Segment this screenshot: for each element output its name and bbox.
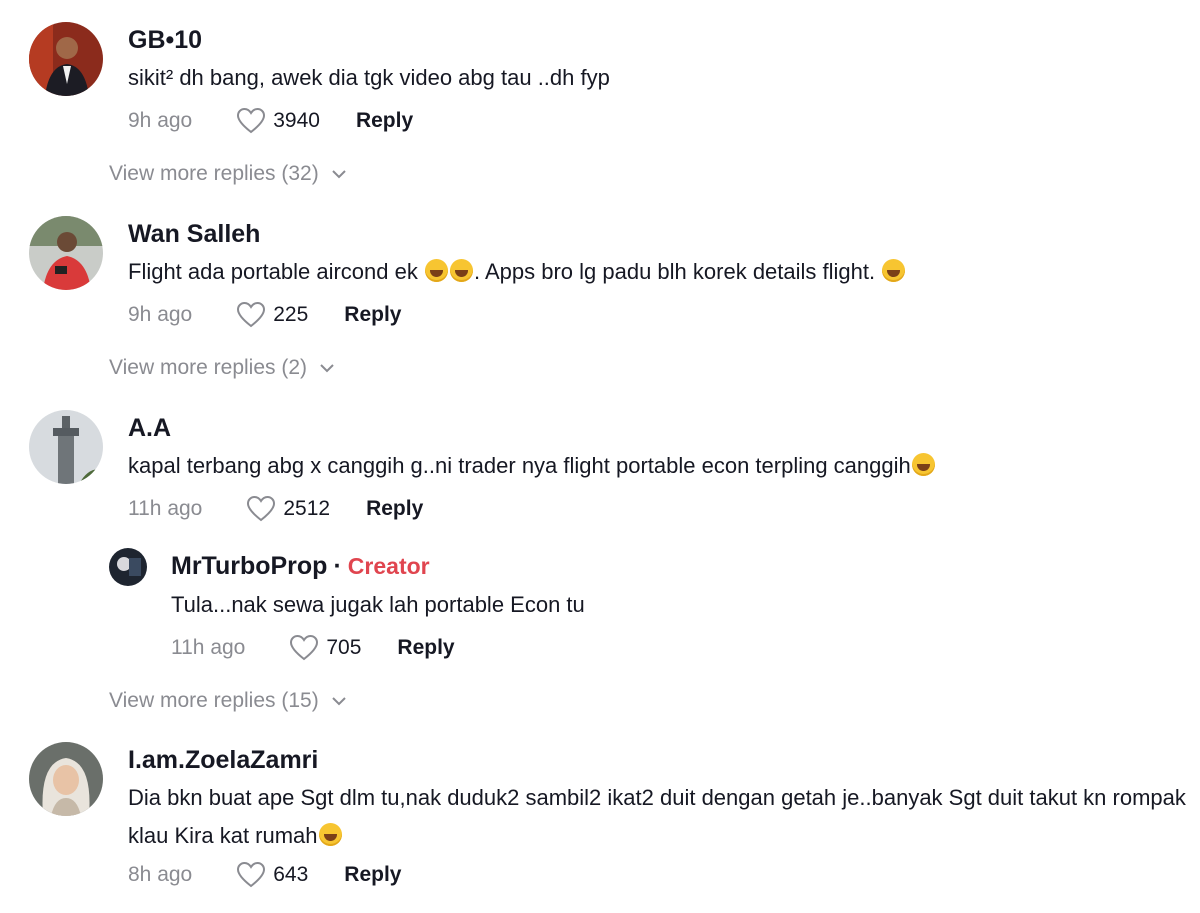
reply-button[interactable]: Reply xyxy=(356,109,413,133)
comment-meta: 8h ago 643 Reply xyxy=(128,861,401,888)
reply-time: 11h ago xyxy=(171,635,246,659)
grin-sweat-emoji-icon xyxy=(911,453,935,476)
view-more-label: View more replies (2) xyxy=(109,356,308,379)
like-button[interactable]: 705 xyxy=(289,634,361,661)
comment-time: 11h ago xyxy=(128,496,203,520)
view-more-label: View more replies (15) xyxy=(109,689,319,712)
avatar[interactable] xyxy=(109,548,147,586)
heart-outline-icon xyxy=(237,107,266,134)
grin-sweat-emoji-icon xyxy=(424,259,448,282)
comment-text-part: . Apps bro lg padu blh korek details fli… xyxy=(473,259,882,284)
comment-text: Flight ada portable aircond ek . Apps br… xyxy=(128,253,1188,291)
chevron-down-icon xyxy=(331,697,346,706)
creator-badge: Creator xyxy=(347,553,430,579)
heart-outline-icon xyxy=(237,301,266,328)
heart-outline-icon xyxy=(290,634,319,661)
grin-sweat-emoji-icon xyxy=(449,259,473,282)
reply-username[interactable]: MrTurboProp · Creator xyxy=(171,552,430,581)
comment-text-part: kapal terbang abg x canggih g..ni trader… xyxy=(128,453,911,478)
view-more-replies[interactable]: View more replies (15) xyxy=(109,689,347,713)
heart-outline-icon xyxy=(247,495,276,522)
comment-meta: 9h ago 225 Reply xyxy=(128,301,401,328)
like-count: 2512 xyxy=(283,496,331,520)
avatar[interactable] xyxy=(29,742,103,816)
like-button[interactable]: 3940 xyxy=(236,107,320,134)
comment-username[interactable]: Wan Salleh xyxy=(128,220,260,249)
reply-button[interactable]: Reply xyxy=(397,636,454,660)
view-more-replies[interactable]: View more replies (32) xyxy=(109,162,347,186)
comment-time: 8h ago xyxy=(128,862,193,886)
like-count: 643 xyxy=(273,862,309,886)
comment-time: 9h ago xyxy=(128,302,193,326)
comment-text-part: Dia bkn buat ape Sgt dlm tu,nak duduk2 s… xyxy=(128,785,1186,848)
chevron-down-icon xyxy=(320,364,334,373)
comment-text: Dia bkn buat ape Sgt dlm tu,nak duduk2 s… xyxy=(128,779,1188,855)
comment-meta: 9h ago 3940 Reply xyxy=(128,107,413,134)
avatar[interactable] xyxy=(29,410,103,484)
separator-dot: · xyxy=(333,552,342,580)
like-button[interactable]: 643 xyxy=(236,861,308,888)
heart-outline-icon xyxy=(237,861,266,888)
reply-username-label: MrTurboProp xyxy=(171,552,328,580)
comment-text: sikit² dh bang, awek dia tgk video abg t… xyxy=(128,65,610,90)
like-button[interactable]: 225 xyxy=(236,301,308,328)
like-count: 705 xyxy=(326,635,362,659)
avatar[interactable] xyxy=(29,22,103,96)
chevron-down-icon xyxy=(331,170,346,179)
comment-text: kapal terbang abg x canggih g..ni trader… xyxy=(128,447,1188,485)
avatar[interactable] xyxy=(29,216,103,290)
comment-time: 9h ago xyxy=(128,108,193,132)
comment-username[interactable]: A.A xyxy=(128,414,171,443)
like-count: 3940 xyxy=(273,108,320,132)
tears-of-joy-emoji-icon xyxy=(882,259,906,282)
reply-text: Tula...nak sewa jugak lah portable Econ … xyxy=(171,592,585,617)
view-more-replies[interactable]: View more replies (2) xyxy=(109,356,335,380)
reply-meta: 11h ago 705 Reply xyxy=(171,634,455,661)
like-button[interactable]: 2512 xyxy=(246,495,330,522)
comment-username[interactable]: I.am.ZoelaZamri xyxy=(128,746,318,775)
shushing-face-emoji-icon xyxy=(318,823,342,846)
reply-button[interactable]: Reply xyxy=(344,863,401,887)
reply-button[interactable]: Reply xyxy=(366,497,423,521)
like-count: 225 xyxy=(273,302,309,326)
view-more-label: View more replies (32) xyxy=(109,162,319,185)
comment-text-part: Flight ada portable aircond ek xyxy=(128,259,424,284)
comment-username[interactable]: GB•10 xyxy=(128,26,202,55)
comment-meta: 11h ago 2512 Reply xyxy=(128,495,423,522)
reply-button[interactable]: Reply xyxy=(344,303,401,327)
